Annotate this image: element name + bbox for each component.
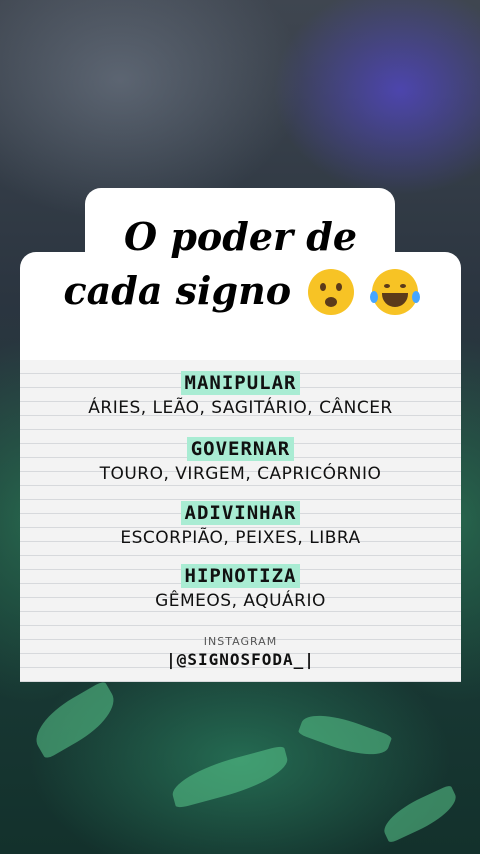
- signs-card: MANIPULAR ÁRIES, LEÃO, SAGITÁRIO, CÂNCER…: [20, 360, 461, 682]
- section-heading: GOVERNAR: [186, 437, 295, 461]
- instagram-label: INSTAGRAM: [203, 635, 278, 648]
- page-title: O poder de cada signo: [20, 210, 461, 318]
- section-manipular: MANIPULAR ÁRIES, LEÃO, SAGITÁRIO, CÂNCER: [20, 371, 461, 419]
- instagram-handle: |@SIGNOSFODA_|: [166, 650, 315, 669]
- section-heading: HIPNOTIZA: [180, 564, 301, 588]
- title-line-2: cada signo: [20, 264, 461, 318]
- section-governar: GOVERNAR TOURO, VIRGEM, CAPRICÓRNIO: [20, 437, 461, 485]
- title-line-1: O poder de: [124, 214, 357, 259]
- tears-of-joy-emoji-icon: [369, 268, 420, 315]
- section-adivinhar: ADIVINHAR ESCORPIÃO, PEIXES, LIBRA: [20, 501, 461, 549]
- section-signs: ESCORPIÃO, PEIXES, LIBRA: [120, 528, 361, 548]
- section-hipnotiza: HIPNOTIZA GÊMEOS, AQUÁRIO: [20, 564, 461, 612]
- astonished-face-emoji-icon: [308, 268, 355, 315]
- section-signs: GÊMEOS, AQUÁRIO: [155, 591, 326, 611]
- section-heading: MANIPULAR: [180, 371, 301, 395]
- section-signs: TOURO, VIRGEM, CAPRICÓRNIO: [99, 464, 382, 484]
- section-signs: ÁRIES, LEÃO, SAGITÁRIO, CÂNCER: [88, 398, 393, 418]
- section-heading: ADIVINHAR: [180, 501, 301, 525]
